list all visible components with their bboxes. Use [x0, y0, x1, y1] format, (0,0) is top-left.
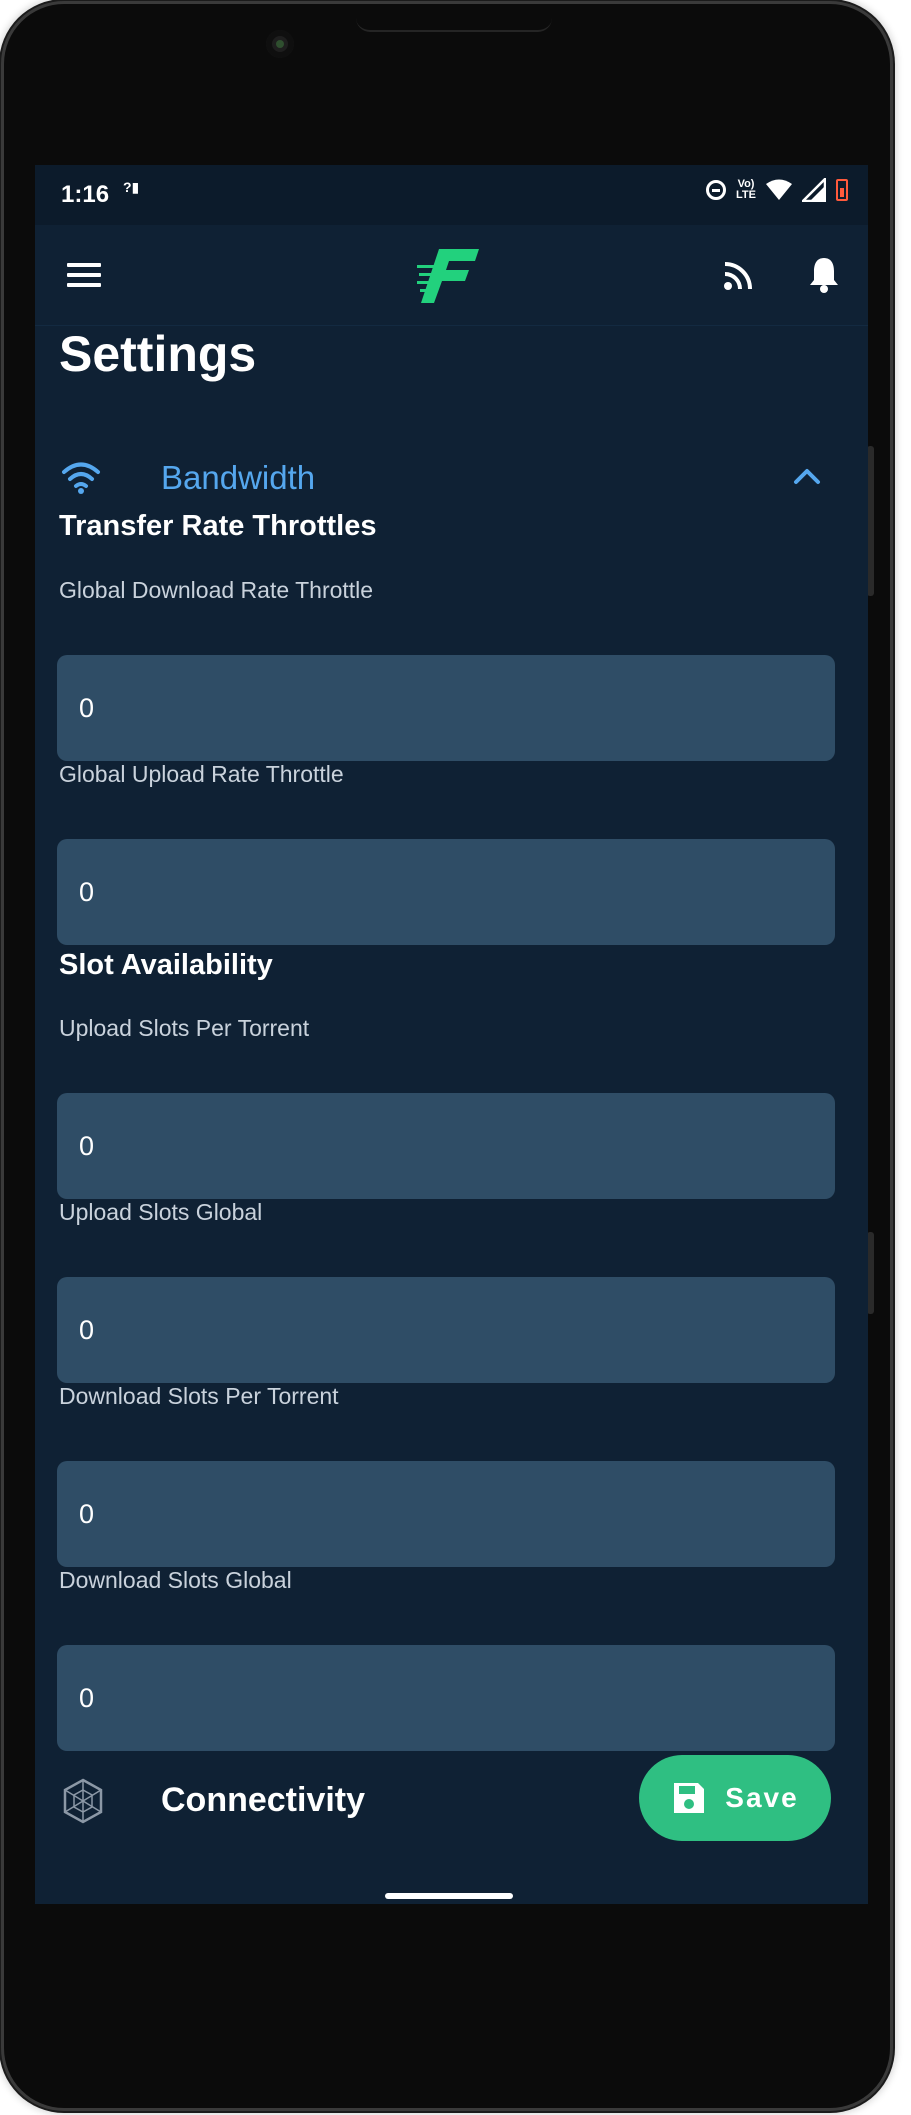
status-time: 1:16	[61, 181, 110, 208]
battery-low-icon	[836, 179, 848, 201]
app-logo-f-icon	[417, 249, 479, 303]
power-button	[867, 1232, 874, 1314]
bandwidth-section-header[interactable]: Bandwidth	[35, 447, 868, 519]
status-bar: 1:16 ?▮ Vo) LTE	[35, 165, 868, 225]
bell-icon[interactable]	[807, 255, 841, 293]
front-camera	[266, 30, 294, 58]
volte-bottom: LTE	[736, 189, 756, 201]
app-screen: 1:16 ?▮ Vo) LTE Settings Bandwidth Trans…	[35, 165, 868, 1904]
global-upload-rate-input[interactable]	[57, 839, 835, 945]
hexagon-network-icon	[63, 1778, 103, 1824]
upload-slots-global-input[interactable]	[57, 1277, 835, 1383]
bandwidth-label: Bandwidth	[161, 459, 316, 496]
upload-slots-global-label: Upload Slots Global	[59, 1199, 263, 1225]
do-not-disturb-icon	[706, 180, 727, 200]
home-indicator[interactable]	[385, 1893, 513, 1899]
global-download-rate-input[interactable]	[57, 655, 835, 761]
volume-button	[867, 446, 874, 596]
download-slots-per-torrent-input[interactable]	[57, 1461, 835, 1567]
hamburger-menu-icon[interactable]	[67, 263, 101, 287]
status-icons: Vo) LTE	[706, 178, 848, 202]
save-label: Save	[725, 1782, 799, 1813]
page-title: Settings	[59, 326, 257, 382]
volte-icon: Vo) LTE	[736, 179, 756, 201]
download-slots-global-label: Download Slots Global	[59, 1567, 292, 1593]
chevron-up-icon[interactable]	[793, 467, 821, 485]
slot-availability-title: Slot Availability	[59, 949, 273, 981]
wifi-icon	[766, 179, 792, 200]
speaker-grille	[356, 14, 552, 32]
upload-slots-per-torrent-label: Upload Slots Per Torrent	[59, 1015, 310, 1041]
no-signal-icon: ?▮	[123, 179, 140, 195]
save-button[interactable]: Save	[639, 1755, 831, 1841]
global-download-rate-label: Global Download Rate Throttle	[59, 577, 374, 603]
download-slots-per-torrent-label: Download Slots Per Torrent	[59, 1383, 339, 1409]
connectivity-label: Connectivity	[161, 1781, 366, 1819]
rss-feed-icon[interactable]	[723, 261, 757, 291]
signal-icon	[802, 178, 826, 202]
download-slots-global-input[interactable]	[57, 1645, 835, 1751]
global-upload-rate-label: Global Upload Rate Throttle	[59, 761, 344, 787]
upload-slots-per-torrent-input[interactable]	[57, 1093, 835, 1199]
app-bar	[35, 225, 868, 326]
wifi-icon	[62, 462, 100, 494]
transfer-rate-throttles-title: Transfer Rate Throttles	[59, 510, 377, 542]
floppy-disk-icon	[674, 1783, 705, 1813]
